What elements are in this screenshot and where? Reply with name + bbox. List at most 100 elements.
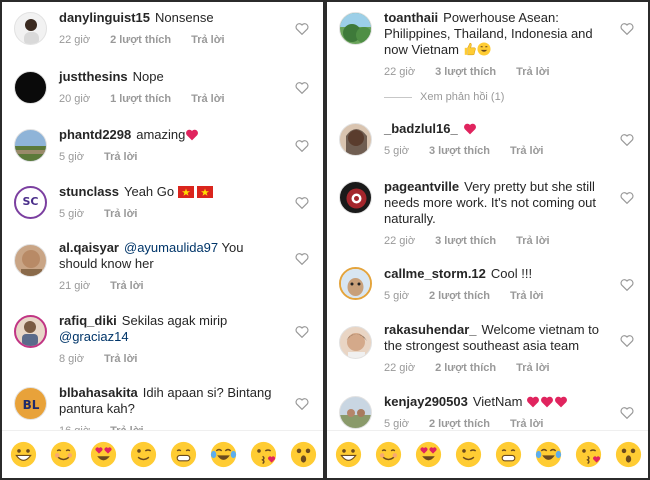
comment-text: amazing <box>136 127 186 142</box>
comment-username[interactable]: toanthaii <box>384 10 438 25</box>
avatar[interactable] <box>339 267 372 300</box>
grinning-face-icon[interactable] <box>335 441 362 468</box>
comment-time: 22 giờ <box>384 235 416 247</box>
avatar[interactable] <box>339 326 372 359</box>
astonished-face-icon[interactable] <box>615 441 642 468</box>
heart-eyes-face-icon[interactable] <box>415 441 442 468</box>
like-heart-icon[interactable] <box>295 397 309 410</box>
like-heart-icon[interactable] <box>620 406 634 419</box>
comment-time: 5 giờ <box>384 290 409 302</box>
comment-likes[interactable]: 3 lượt thích <box>435 66 496 78</box>
like-heart-icon[interactable] <box>620 133 634 146</box>
reply-button[interactable]: Trả lời <box>104 208 138 220</box>
avatar[interactable] <box>339 396 372 429</box>
comment-likes[interactable]: 1 lượt thích <box>110 93 171 105</box>
comment-time: 21 giờ <box>59 280 91 292</box>
comment-likes[interactable]: 2 lượt thích <box>429 418 490 430</box>
comment-time: 22 giờ <box>384 362 416 374</box>
like-heart-icon[interactable] <box>620 22 634 35</box>
like-heart-icon[interactable] <box>295 196 309 209</box>
comment-username[interactable]: rakasuhendar_ <box>384 322 477 337</box>
reply-button[interactable]: Trả lời <box>110 280 144 292</box>
smiling-face-icon[interactable] <box>50 441 77 468</box>
comment-username[interactable]: kenjay290503 <box>384 394 468 409</box>
reply-button[interactable]: Trả lời <box>104 151 138 163</box>
winking-face-icon[interactable] <box>455 441 482 468</box>
comment-username[interactable]: pageantville <box>384 179 459 194</box>
comment-username[interactable]: _badzlul16_ <box>384 121 458 136</box>
comment-username[interactable]: rafiq_diki <box>59 313 117 328</box>
avatar[interactable] <box>14 244 47 277</box>
smiling-face-icon[interactable] <box>375 441 402 468</box>
comment-text: VietNam <box>472 394 523 409</box>
avatar[interactable] <box>14 315 47 348</box>
comment-text: Yeah Go <box>123 184 175 199</box>
comment-username[interactable]: danylinguist15 <box>59 10 150 25</box>
grinning-face-icon[interactable] <box>170 441 197 468</box>
tears-of-joy-face-icon[interactable] <box>210 441 237 468</box>
heart-eyes-face-icon[interactable] <box>90 441 117 468</box>
comment-username[interactable]: al.qaisyar <box>59 240 119 255</box>
heart-emoji-icon <box>527 396 540 408</box>
reply-button[interactable]: Trả lời <box>191 34 225 46</box>
grinning-face-icon[interactable] <box>495 441 522 468</box>
smile-emoji-icon <box>477 42 491 56</box>
avatar[interactable] <box>339 181 372 214</box>
avatar[interactable] <box>14 129 47 162</box>
heart-emoji-icon <box>541 396 554 408</box>
comment-mention[interactable]: @ayumaulida97 <box>124 240 218 255</box>
reply-button[interactable]: Trả lời <box>516 66 550 78</box>
like-heart-icon[interactable] <box>295 252 309 265</box>
comment-username[interactable]: justthesins <box>59 69 128 84</box>
like-heart-icon[interactable] <box>295 139 309 152</box>
kissing-heart-face-icon[interactable] <box>250 441 277 468</box>
avatar[interactable] <box>14 12 47 45</box>
comment-username[interactable]: callme_storm.12 <box>384 266 486 281</box>
heart-emoji-icon <box>463 123 476 135</box>
comment-time: 5 giờ <box>59 208 84 220</box>
comment-username[interactable]: blbahasakita <box>59 385 138 400</box>
thumbs-up-icon <box>464 42 476 56</box>
comment-time: 5 giờ <box>384 418 409 430</box>
comment-likes[interactable]: 2 lượt thích <box>429 290 490 302</box>
svg-text:BL: BL <box>23 398 40 412</box>
like-heart-icon[interactable] <box>620 334 634 347</box>
reply-button[interactable]: Trả lời <box>510 145 544 157</box>
comment-likes[interactable]: 3 lượt thích <box>429 145 490 157</box>
replies-divider <box>384 96 412 98</box>
like-heart-icon[interactable] <box>295 22 309 35</box>
like-heart-icon[interactable] <box>620 278 634 291</box>
avatar[interactable]: SC <box>14 186 47 219</box>
kissing-heart-face-icon[interactable] <box>575 441 602 468</box>
reply-button[interactable]: Trả lời <box>516 235 550 247</box>
like-heart-icon[interactable] <box>295 325 309 338</box>
reply-button[interactable]: Trả lời <box>516 362 550 374</box>
avatar[interactable] <box>14 71 47 104</box>
avatar[interactable] <box>339 12 372 45</box>
grinning-face-icon[interactable] <box>10 441 37 468</box>
comment-text: Nope <box>132 69 164 84</box>
comment-text: Sekilas agak mirip <box>121 313 228 328</box>
comment-time: 8 giờ <box>59 353 84 365</box>
comment-username[interactable]: phantd2298 <box>59 127 131 142</box>
reply-button[interactable]: Trả lời <box>104 353 138 365</box>
avatar[interactable]: BL <box>14 387 47 420</box>
reply-button[interactable]: Trả lời <box>510 290 544 302</box>
view-replies-label: Xem phản hồi (1) <box>420 91 505 103</box>
comment-likes[interactable]: 2 lượt thích <box>110 34 171 46</box>
astonished-face-icon[interactable] <box>290 441 317 468</box>
avatar[interactable] <box>339 123 372 156</box>
comment-mention[interactable]: @graciaz14 <box>59 329 129 344</box>
vietnam-flag-icon <box>177 186 194 198</box>
comment-time: 20 giờ <box>59 93 91 105</box>
view-replies-link[interactable]: Xem phản hồi (1) <box>384 91 504 103</box>
like-heart-icon[interactable] <box>295 81 309 94</box>
tears-of-joy-face-icon[interactable] <box>535 441 562 468</box>
like-heart-icon[interactable] <box>620 191 634 204</box>
comment-likes[interactable]: 3 lượt thích <box>435 235 496 247</box>
comment-likes[interactable]: 2 lượt thích <box>435 362 496 374</box>
reply-button[interactable]: Trả lời <box>510 418 544 430</box>
winking-face-icon[interactable] <box>130 441 157 468</box>
comment-username[interactable]: stunclass <box>59 184 119 199</box>
reply-button[interactable]: Trả lời <box>191 93 225 105</box>
